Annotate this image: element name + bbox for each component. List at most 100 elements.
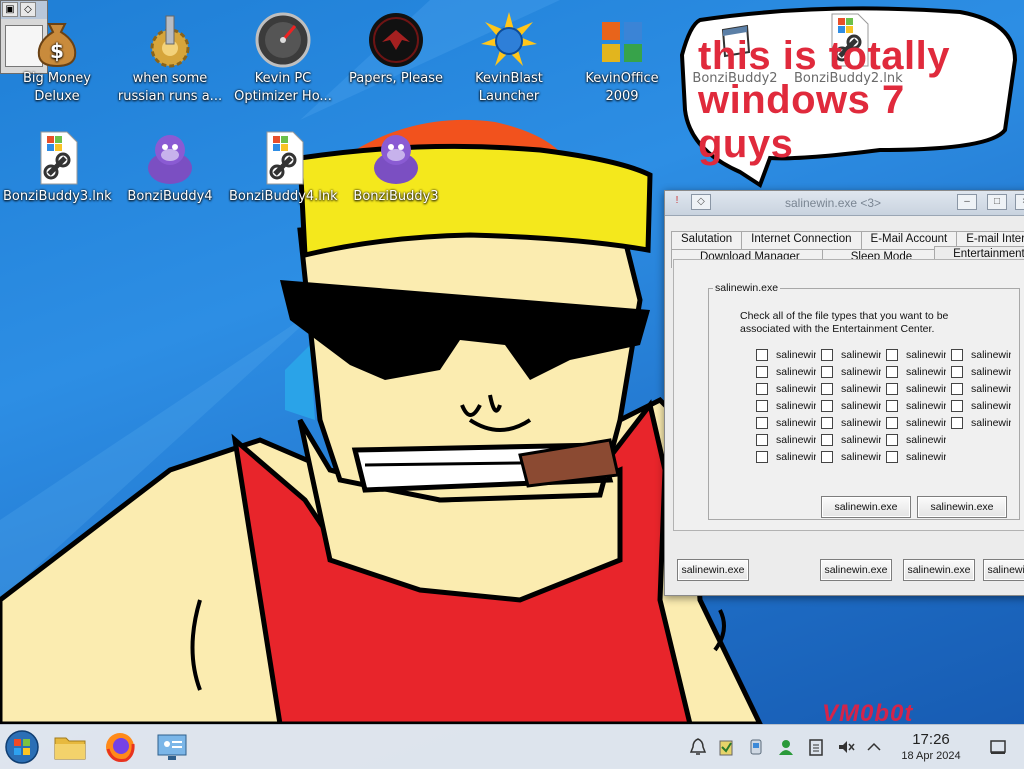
checkbox-label: salinewir [841,417,881,429]
checkbox-box[interactable] [886,366,898,378]
office-logo-icon [594,12,650,68]
file-type-checkbox[interactable]: salinewir [951,382,1011,396]
checkbox-box[interactable] [756,434,768,446]
clipboard-tray-icon[interactable] [716,737,736,757]
file-type-checkbox[interactable]: salinewir [951,399,1011,413]
checkbox-box[interactable] [951,400,963,412]
desktop: ▣ ◇ $ Big Money Deluxe when some russian… [0,0,1024,724]
checkbox-box[interactable] [821,451,833,463]
desktop-icon-big-money-deluxe[interactable]: $ Big Money Deluxe [1,6,113,106]
chevron-up-icon[interactable] [864,737,884,757]
checkbox-box[interactable] [756,400,768,412]
checkbox-box[interactable] [821,383,833,395]
money-bag-icon: $ [29,12,85,68]
file-type-checkbox[interactable]: salinewir [821,450,881,464]
checkbox-box[interactable] [886,400,898,412]
file-type-checkbox[interactable]: salinewir [821,365,881,379]
globe-burst-icon [481,12,537,68]
bottom-button-1[interactable]: salinewin.exe [677,559,749,581]
file-type-checkbox[interactable]: salinewir [821,433,881,447]
clipboard-list-icon[interactable] [806,737,826,757]
desktop-icon-russian-runs[interactable]: when some russian runs a... [114,6,226,106]
desktop-icon-kevinblast-launcher[interactable]: KevinBlast Launcher [453,6,565,106]
bottom-button-2[interactable]: salinewin.exe [820,559,892,581]
notifications-bell-icon[interactable] [688,737,708,757]
dialog-titlebar[interactable]: ! ◇ salinewin.exe <3> – □ × [665,191,1024,216]
bottom-button-3[interactable]: salinewin.exe [903,559,975,581]
desktop-icon-bonzibuddy4[interactable]: BonziBuddy4 [114,124,226,206]
desktop-icon-kevin-pc-optimizer[interactable]: Kevin PC Optimizer Ho... [227,6,339,106]
file-type-checkbox[interactable]: salinewir [886,416,946,430]
file-type-checkbox[interactable]: salinewir [756,348,816,362]
checkbox-label: salinewir [906,451,946,463]
file-type-checkbox[interactable]: salinewir [951,348,1011,362]
start-button[interactable] [4,729,40,765]
file-type-checkbox[interactable]: salinewir [886,399,946,413]
app-icon[interactable]: ! [669,194,685,210]
checkbox-box[interactable] [821,434,833,446]
checkbox-box[interactable] [821,366,833,378]
file-manager-button[interactable] [52,729,88,765]
checkbox-box[interactable] [951,366,963,378]
file-type-checkbox[interactable]: salinewir [886,382,946,396]
file-type-checkbox[interactable]: salinewir [756,416,816,430]
checkbox-box[interactable] [756,451,768,463]
salinewin-dialog[interactable]: ! ◇ salinewin.exe <3> – □ × Salutation I… [664,190,1024,596]
checkbox-box[interactable] [951,349,963,361]
volume-muted-icon[interactable] [836,737,856,757]
checkbox-box[interactable] [951,383,963,395]
speech-bubble-line: windows 7 guys [698,78,905,166]
maximize-button[interactable]: □ [987,194,1007,210]
file-type-checkbox[interactable]: salinewir [756,433,816,447]
desktop-icon-kevinoffice-2009[interactable]: KevinOffice 2009 [566,6,678,106]
system-app-button[interactable] [154,729,190,765]
file-type-checkbox[interactable]: salinewir [821,382,881,396]
checkbox-box[interactable] [756,349,768,361]
file-type-checkbox[interactable]: salinewir [886,365,946,379]
tab-internet-connection[interactable]: Internet Connection [741,231,862,250]
checkbox-box[interactable] [886,417,898,429]
checkbox-box[interactable] [886,349,898,361]
checkbox-box[interactable] [886,383,898,395]
show-desktop-icon[interactable] [988,737,1008,757]
checkbox-box[interactable] [886,451,898,463]
desktop-icon-bonzibuddy3[interactable]: BonziBuddy3 [340,124,452,206]
file-type-checkbox[interactable]: salinewir [756,382,816,396]
checkbox-box[interactable] [756,383,768,395]
taskbar-clock[interactable]: 17:26 18 Apr 2024 [888,731,974,763]
file-type-checkbox[interactable]: salinewir [886,348,946,362]
file-type-checkbox[interactable]: salinewir [886,450,946,464]
file-type-checkbox[interactable]: salinewir [886,433,946,447]
desktop-icon-bonzibuddy3-lnk[interactable]: BonziBuddy3.lnk [1,124,113,206]
desktop-icon-label: BonziBuddy4.lnk [229,189,338,204]
checkbox-box[interactable] [951,417,963,429]
checkbox-box[interactable] [821,400,833,412]
file-type-checkbox[interactable]: salinewir [821,416,881,430]
file-type-checkbox[interactable]: salinewir [951,365,1011,379]
file-type-checkbox[interactable]: salinewir [756,399,816,413]
device-tray-icon[interactable] [746,737,766,757]
checkbox-label: salinewir [841,349,881,361]
close-button[interactable]: × [1015,194,1024,210]
inner-button-2[interactable]: salinewin.exe [917,496,1007,518]
user-update-tray-icon[interactable] [776,737,796,757]
checkbox-label: salinewir [906,417,946,429]
checkbox-box[interactable] [886,434,898,446]
file-type-checkbox[interactable]: salinewir [756,365,816,379]
file-type-checkbox[interactable]: salinewir [951,416,1011,430]
desktop-icon-papers-please[interactable]: Papers, Please [340,6,452,88]
firefox-button[interactable] [102,729,138,765]
checkbox-box[interactable] [756,366,768,378]
checkbox-box[interactable] [821,349,833,361]
inner-button-1[interactable]: salinewin.exe [821,496,911,518]
tab-salutation[interactable]: Salutation [671,231,743,250]
bottom-button-4[interactable]: salinewin.exe [983,559,1024,581]
file-type-checkbox[interactable]: salinewir [821,399,881,413]
window-menu-icon[interactable]: ◇ [691,194,711,210]
checkbox-box[interactable] [821,417,833,429]
minimize-button[interactable]: – [957,194,977,210]
checkbox-box[interactable] [756,417,768,429]
desktop-icon-bonzibuddy4-lnk[interactable]: BonziBuddy4.lnk [227,124,339,206]
file-type-checkbox[interactable]: salinewir [821,348,881,362]
file-type-checkbox[interactable]: salinewir [756,450,816,464]
